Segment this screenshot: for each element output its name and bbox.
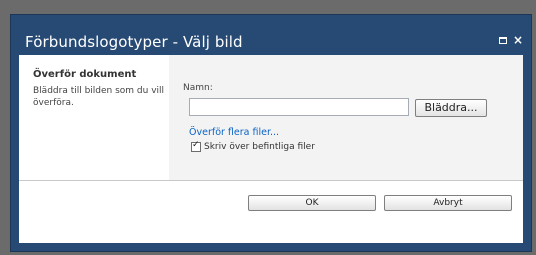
dialog-title: Förbundslogotyper - Välj bild bbox=[25, 33, 243, 51]
section-description: Bläddra till bilden som du vill överföra… bbox=[33, 86, 165, 108]
upload-image-dialog: Förbundslogotyper - Välj bild × Överför … bbox=[10, 14, 532, 252]
upload-section-info: Överför dokument Bläddra till bilden som… bbox=[19, 55, 169, 180]
cancel-button[interactable]: Avbryt bbox=[384, 195, 512, 211]
overwrite-checkbox[interactable]: ✓ bbox=[191, 140, 201, 152]
section-heading: Överför dokument bbox=[33, 69, 137, 80]
window-controls: × bbox=[498, 34, 523, 46]
upload-form: Namn: Bläddra... Överför flera filer... … bbox=[169, 55, 523, 180]
ok-button[interactable]: OK bbox=[248, 195, 376, 211]
checkmark-icon: ✓ bbox=[192, 140, 200, 150]
overwrite-option: ✓ Skriv över befintliga filer bbox=[191, 140, 315, 152]
dialog-titlebar: Förbundslogotyper - Välj bild × bbox=[11, 15, 531, 55]
dialog-content: Överför dokument Bläddra till bilden som… bbox=[19, 55, 523, 243]
file-name-input[interactable] bbox=[189, 98, 409, 116]
browse-button[interactable]: Bläddra... bbox=[415, 99, 487, 117]
divider bbox=[19, 180, 523, 181]
maximize-icon[interactable] bbox=[498, 36, 507, 44]
upload-multiple-files-link[interactable]: Överför flera filer... bbox=[189, 127, 279, 138]
close-icon[interactable]: × bbox=[513, 34, 523, 46]
name-label: Namn: bbox=[183, 83, 213, 93]
overwrite-label: Skriv över befintliga filer bbox=[204, 142, 315, 152]
